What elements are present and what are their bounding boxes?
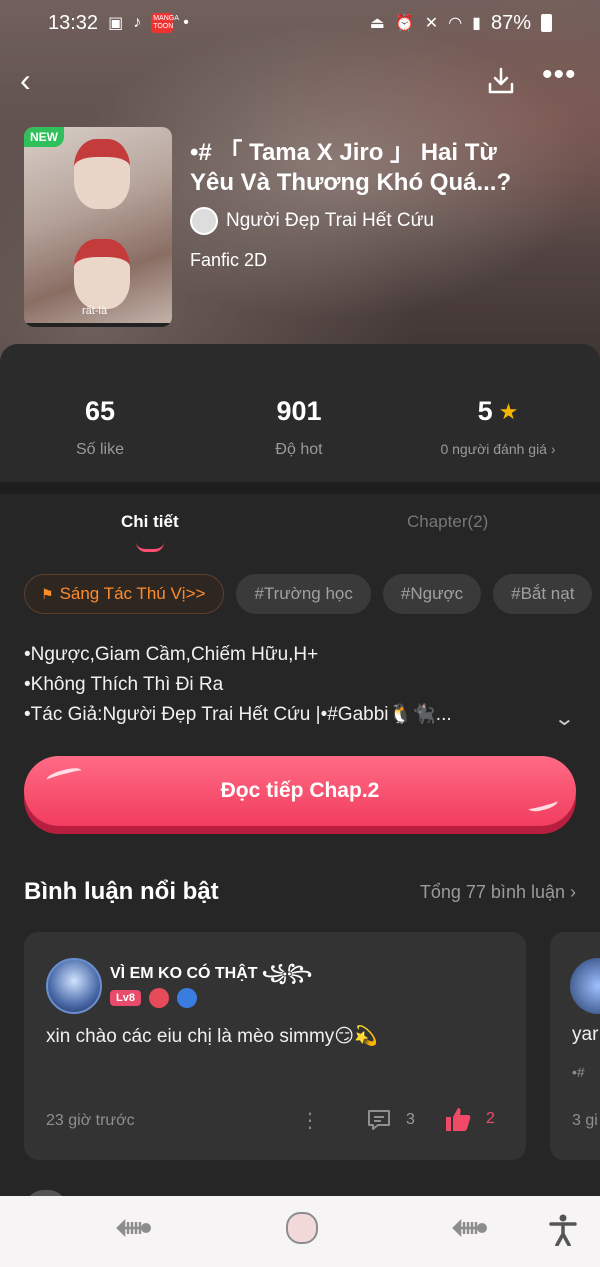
accessibility-icon[interactable] <box>548 1214 578 1254</box>
button-gloss-top <box>45 765 83 785</box>
badge-icon-blue <box>176 988 197 1008</box>
comment-more-icon[interactable]: ⋮ <box>300 1108 320 1133</box>
cover-bar <box>24 323 172 327</box>
likes-value: 65 <box>84 396 116 426</box>
comment-time: 3 gi <box>572 1112 598 1129</box>
status-right: ⏏ ⏰ ✕ ◠ ▮ 87% <box>370 12 552 35</box>
like-count: 2 <box>486 1110 495 1127</box>
rating-label: 0 người đánh giá › <box>440 441 556 457</box>
commenter-avatar[interactable] <box>570 958 600 1014</box>
fish-bone-icon[interactable] <box>114 1214 152 1249</box>
button-gloss-bottom <box>527 796 559 814</box>
comment-text: yar <box>572 1024 599 1045</box>
comment-card[interactable]: yar •# 3 gi <box>550 932 600 1160</box>
comment-time: 23 giờ trước <box>46 1112 135 1129</box>
fish-bone-icon[interactable] <box>450 1214 488 1249</box>
tab-indicator <box>136 542 164 552</box>
all-comments-link[interactable]: Tổng 77 bình luận › <box>420 882 576 903</box>
description-line-1: •Ngược,Giam Cầm,Chiếm Hữu,H+ <box>24 644 319 665</box>
mangatoon-icon: MANGA TOON <box>151 13 179 33</box>
tab-detail[interactable]: Chi tiết <box>121 512 179 532</box>
cover-figure-top <box>74 139 130 209</box>
alarm-icon: ⏰ <box>394 15 415 32</box>
flag-icon: ⚑ <box>41 585 54 602</box>
continue-reading-label: Đọc tiếp Chap.2 <box>220 779 380 802</box>
tag-list: ⚑ Sáng Tác Thú Vị>> #Trường học #Ngược #… <box>24 574 593 614</box>
new-badge: NEW <box>24 127 64 147</box>
comments-title: Bình luận nổi bật <box>24 878 219 905</box>
download-icon[interactable] <box>486 66 516 96</box>
level-badge: Lv8 <box>110 990 141 1006</box>
comment-subtext: •# <box>572 1064 585 1080</box>
status-time: 13:32 <box>48 11 99 34</box>
cover-image[interactable]: NEW rất-là <box>24 127 172 327</box>
mute-icon: ✕ <box>424 15 439 32</box>
gallery-icon: ▣ <box>108 15 124 32</box>
tag-angst[interactable]: #Ngược <box>382 574 482 614</box>
author-name: Người Đẹp Trai Hết Cứu <box>226 210 434 231</box>
likes-stat: 65 Số like <box>60 396 140 459</box>
rating-value: 5 <box>477 396 493 426</box>
comment-icon <box>368 1110 390 1130</box>
description-line-2: •Không Thích Thì Đi Ra <box>24 674 224 695</box>
reply-button[interactable]: 3 <box>366 1108 415 1132</box>
description-line-3: •Tác Giả:Người Đẹp Trai Hết Cứu |•#Gabbi… <box>24 704 452 725</box>
badge-icon <box>148 988 169 1008</box>
work-title: •# 「 Tama X Jiro 」 Hai Từ Yêu Và Thương … <box>190 139 512 196</box>
status-left: 13:32 ▣ ♪ MANGA TOON • <box>48 12 189 35</box>
continue-reading-button[interactable]: Đọc tiếp Chap.2 <box>24 756 576 826</box>
comment-card[interactable]: VÌ EM KO CÓ THẬT ꧁꧂ Lv8 xin chào các eiu… <box>24 932 526 1160</box>
hot-label: Độ hot <box>275 441 323 458</box>
tag-featured[interactable]: ⚑ Sáng Tác Thú Vị>> <box>24 574 225 614</box>
rating-row: 5 ★ <box>418 396 578 427</box>
rating-stat[interactable]: 5 ★ 0 người đánh giá › <box>418 396 578 457</box>
status-bar: 13:32 ▣ ♪ MANGA TOON • ⏏ ⏰ ✕ ◠ ▮ 87% <box>0 0 600 46</box>
signal-icon: ▮ <box>472 15 481 32</box>
tag-school[interactable]: #Trường học <box>236 574 371 614</box>
genre-label: Fanfic 2D <box>190 250 268 270</box>
star-icon: ★ <box>498 398 519 424</box>
tag-featured-label: Sáng Tác Thú Vị>> <box>59 584 206 603</box>
battery-icon <box>541 14 552 32</box>
battery-saver-icon: ⏏ <box>369 15 385 32</box>
tab-bar: Chi tiết Chapter(2) <box>0 512 600 556</box>
bottom-nav <box>0 1196 600 1267</box>
cover-caption: rất-là <box>82 305 108 317</box>
commenter-avatar[interactable] <box>46 958 102 1014</box>
hot-value: 901 <box>276 396 322 426</box>
top-bar: ‹ ••• <box>0 58 600 102</box>
author-avatar <box>190 207 218 235</box>
tab-chapter[interactable]: Chapter(2) <box>407 512 488 532</box>
author-row[interactable]: Người Đẹp Trai Hết Cứu <box>190 207 434 235</box>
battery-percent: 87% <box>490 11 531 34</box>
reply-count: 3 <box>406 1111 415 1128</box>
divider <box>0 482 600 494</box>
stats-panel: 65 Số like 901 Độ hot 5 ★ 0 người đánh g… <box>0 344 600 482</box>
like-button[interactable]: 2 <box>444 1106 495 1132</box>
comment-text: xin chào các eiu chị là mèo simmy😏💫 <box>46 1026 378 1047</box>
dot-icon: • <box>183 14 189 31</box>
comments-header: Bình luận nổi bật Tổng 77 bình luận › <box>24 878 576 912</box>
description: •Ngược,Giam Cầm,Chiếm Hữu,H+ •Không Thíc… <box>24 640 524 730</box>
content-sheet: 65 Số like 901 Độ hot 5 ★ 0 người đánh g… <box>0 344 600 1267</box>
thumbs-up-icon <box>446 1108 471 1131</box>
more-options-button[interactable]: ••• <box>542 58 577 92</box>
tag-bullying[interactable]: #Bắt nạt <box>493 574 593 614</box>
tiktok-icon: ♪ <box>133 14 142 31</box>
chevron-down-icon[interactable]: ⌄ <box>553 706 575 731</box>
likes-label: Số like <box>75 441 125 458</box>
wifi-icon: ◠ <box>448 15 463 32</box>
cat-icon[interactable] <box>286 1212 318 1244</box>
commenter-badges: Lv8 <box>110 988 197 1008</box>
hot-stat: 901 Độ hot <box>259 396 339 459</box>
cover-figure-bottom <box>74 239 130 309</box>
back-button[interactable]: ‹ <box>20 62 31 99</box>
